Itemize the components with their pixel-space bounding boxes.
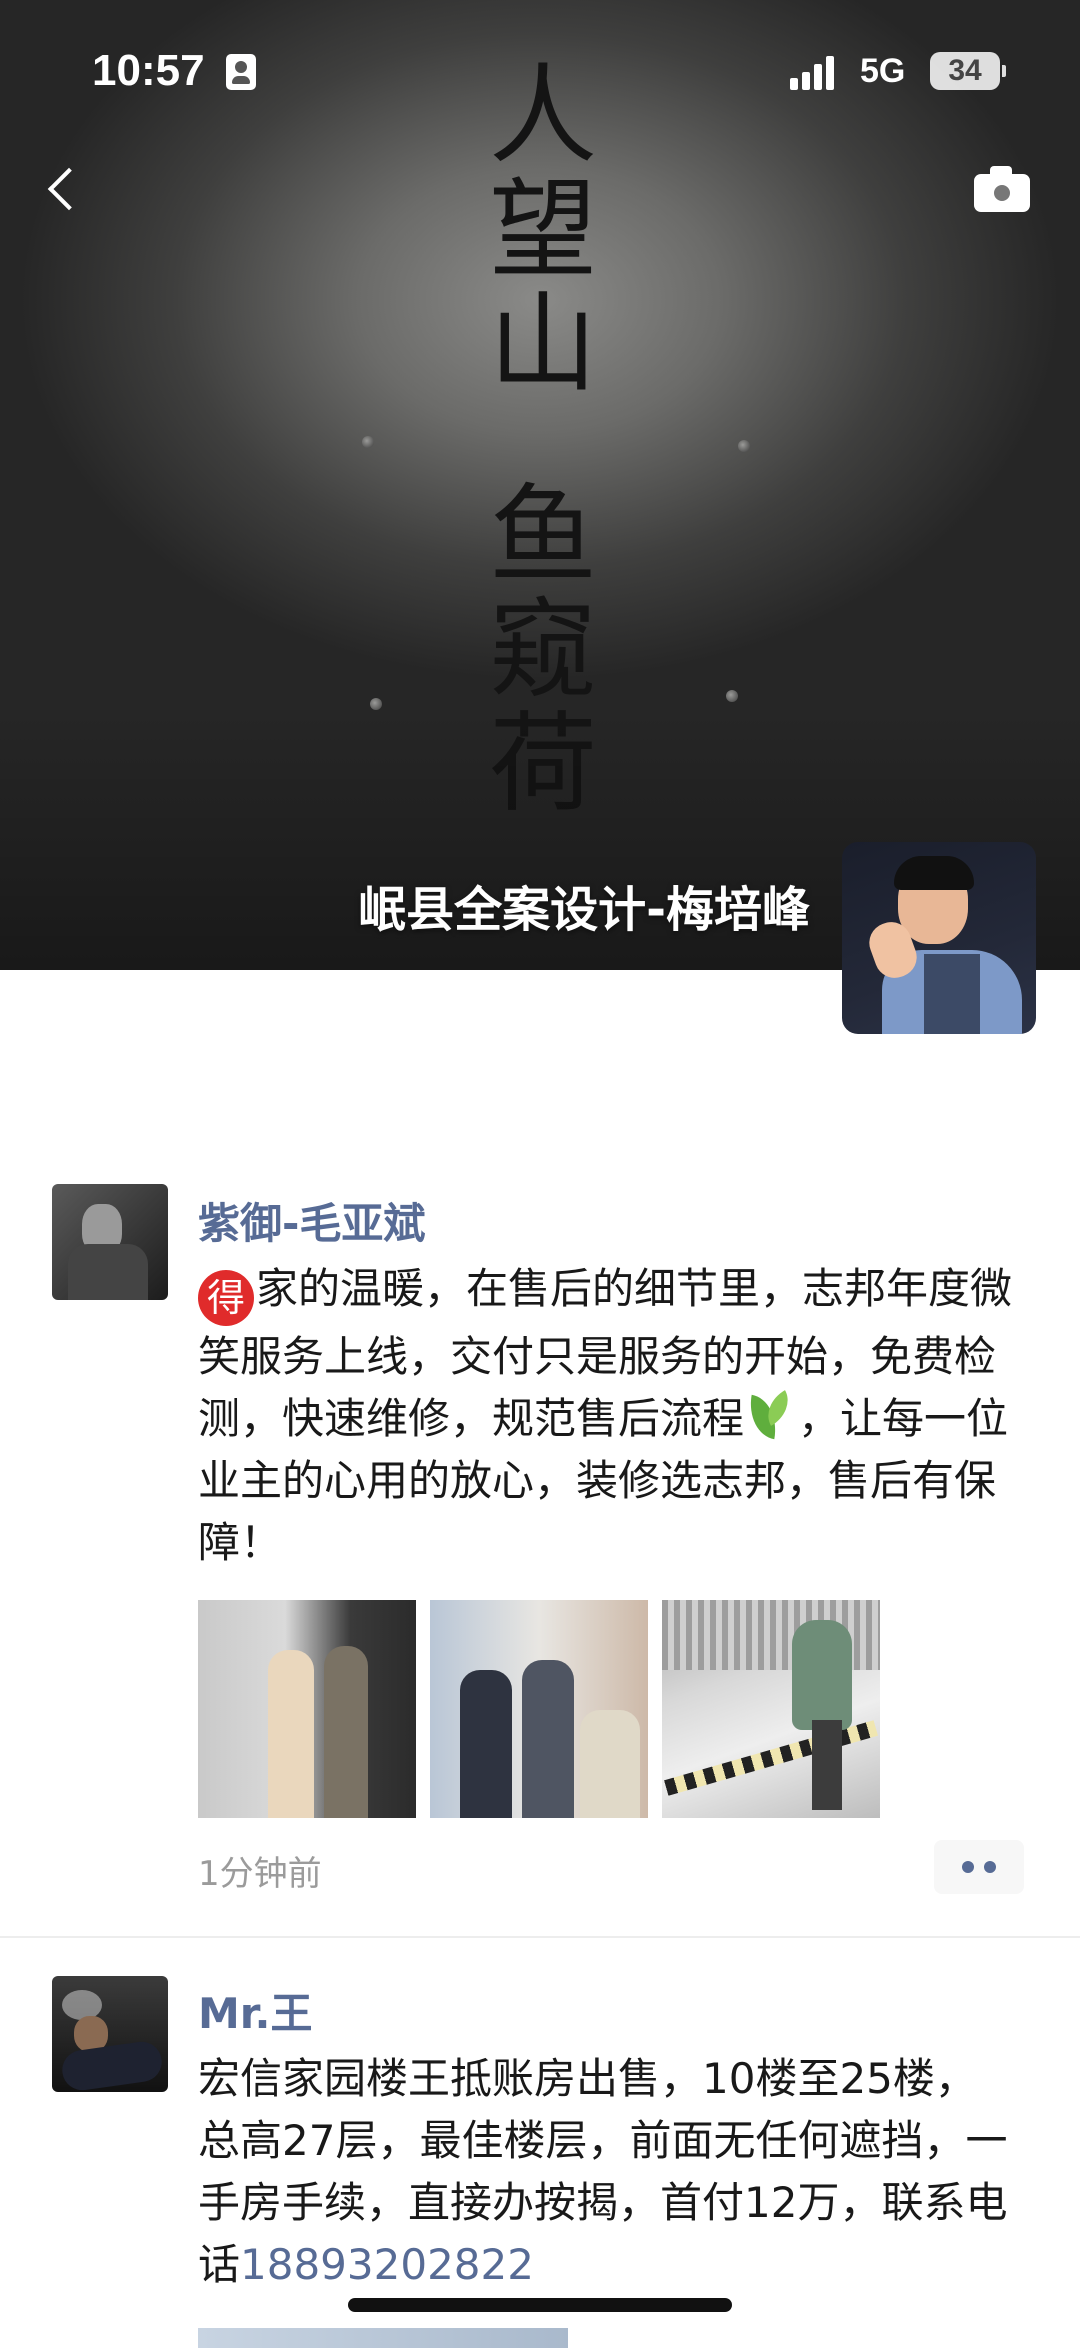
profile-avatar[interactable] [842, 842, 1036, 1034]
post-author-name[interactable]: Mr.王 [198, 1980, 312, 2041]
post-author-avatar[interactable] [52, 1976, 168, 2092]
battery-icon: 34 [930, 52, 1006, 90]
post-text: 宏信家园楼王抵账房出售，10楼至25楼，总高27层，最佳楼层，前面无任何遮挡，一… [198, 2048, 1018, 2296]
post-photo[interactable] [662, 1600, 880, 1818]
post-text: 得家的温暖，在售后的细节里，志邦年度微笑服务上线，交付只是服务的开始，免费检测，… [198, 1258, 1018, 1574]
more-dots-icon [962, 1861, 974, 1873]
emoji-de-icon: 得 [198, 1270, 254, 1326]
post-photo[interactable] [430, 1600, 648, 1818]
post-photo-grid [198, 1600, 898, 1818]
post-author-avatar[interactable] [52, 1184, 168, 1300]
wall-screw [726, 690, 738, 702]
network-type: 5G [860, 52, 906, 90]
leaf-emoji-icon [744, 1391, 794, 1441]
post-photo[interactable] [198, 2328, 568, 2348]
cover-wall-lettering: 人望山 鱼窥荷 [478, 60, 608, 822]
wall-screw [370, 698, 382, 710]
profile-name[interactable]: 岷县全案设计-梅培峰 [0, 870, 810, 940]
home-indicator[interactable] [348, 2298, 732, 2312]
post-timestamp: 1分钟前 [198, 1854, 322, 1894]
phone-number-link[interactable]: 18893202822 [240, 2240, 534, 2289]
post-author-name[interactable]: 紫御-毛亚斌 [198, 1190, 425, 1251]
status-bar: 10:57 5G 34 [0, 40, 1080, 110]
contact-card-icon [226, 54, 256, 90]
more-options-button[interactable] [934, 1840, 1024, 1894]
post-photo[interactable] [198, 1600, 416, 1818]
wall-screw [738, 440, 750, 452]
signal-strength-icon [790, 54, 840, 90]
back-button[interactable] [40, 160, 90, 220]
cover-image[interactable]: 人望山 鱼窥荷 [0, 0, 1080, 970]
camera-button[interactable] [970, 160, 1034, 220]
status-time: 10:57 [92, 46, 205, 95]
post-divider [0, 1936, 1080, 1938]
wall-screw [362, 436, 374, 448]
wall-text-line2: 鱼窥荷 [488, 474, 597, 827]
